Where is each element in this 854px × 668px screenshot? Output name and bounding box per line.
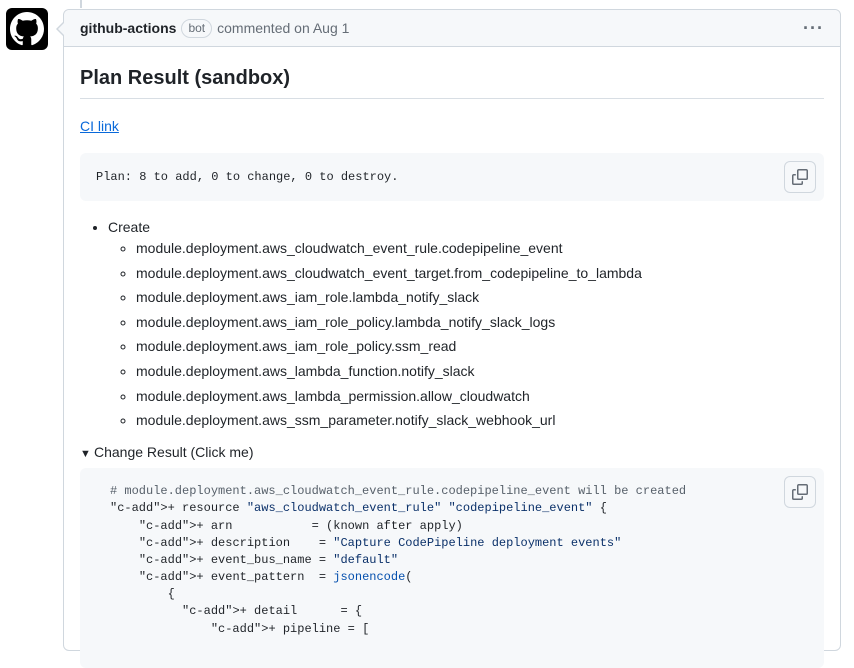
details-toggle[interactable]: ▼ Change Result (Click me) <box>80 444 824 461</box>
list-item: module.deployment.aws_iam_role.lambda_no… <box>136 287 824 307</box>
comment-body: Plan Result (sandbox) CI link Plan: 8 to… <box>64 47 840 668</box>
bot-badge: bot <box>181 18 213 38</box>
create-list: Create module.deployment.aws_cloudwatch_… <box>80 219 824 430</box>
avatar[interactable] <box>6 8 48 50</box>
comment-header: github-actions bot commented on Aug 1 ··… <box>64 10 840 47</box>
plan-summary-text: Plan: 8 to add, 0 to change, 0 to destro… <box>96 170 399 184</box>
copy-button[interactable] <box>784 161 816 193</box>
comment-box: github-actions bot commented on Aug 1 ··… <box>56 9 841 668</box>
list-item: module.deployment.aws_iam_role_policy.la… <box>136 312 824 332</box>
change-result-code: # module.deployment.aws_cloudwatch_event… <box>80 468 824 668</box>
github-logo-icon <box>10 12 44 46</box>
timeline-line <box>80 0 82 8</box>
copy-icon <box>792 169 808 185</box>
details-summary: Change Result (Click me) <box>94 444 254 461</box>
triangle-down-icon: ▼ <box>80 448 91 461</box>
comment-caret-fill <box>58 22 65 36</box>
list-item: module.deployment.aws_cloudwatch_event_r… <box>136 238 824 258</box>
list-item: module.deployment.aws_lambda_function.no… <box>136 361 824 381</box>
code-lines: # module.deployment.aws_cloudwatch_event… <box>110 483 808 638</box>
code-line: "c-add">+ detail = { <box>182 604 363 619</box>
create-item: Create module.deployment.aws_cloudwatch_… <box>108 219 824 430</box>
kebab-horizontal-icon[interactable]: ··· <box>803 18 824 39</box>
code-line: "c-add">+ description = "Capture CodePip… <box>138 535 622 550</box>
code-line: "c-add">+ arn = (known after apply) <box>138 518 463 533</box>
comment-title: Plan Result (sandbox) <box>80 47 824 99</box>
copy-button[interactable] <box>784 476 816 509</box>
code-line: "c-add">+ pipeline = [ <box>210 621 370 636</box>
author-link[interactable]: github-actions <box>80 20 176 36</box>
resource-list: module.deployment.aws_cloudwatch_event_r… <box>108 238 824 430</box>
create-label: Create <box>108 219 151 235</box>
copy-icon <box>792 484 808 501</box>
list-item: module.deployment.aws_cloudwatch_event_t… <box>136 263 824 283</box>
list-item: module.deployment.aws_lambda_permission.… <box>136 386 824 406</box>
code-line: "c-add">+ resource "aws_cloudwatch_event… <box>110 501 607 516</box>
code-line: "c-add">+ event_bus_name = "default" <box>138 552 399 567</box>
ci-link[interactable]: CI link <box>80 118 119 134</box>
code-line: "c-add">+ event_pattern = jsonencode( <box>138 570 413 585</box>
plan-summary-block: Plan: 8 to add, 0 to change, 0 to destro… <box>80 153 824 201</box>
comment-timestamp[interactable]: commented on Aug 1 <box>217 20 349 36</box>
code-line: # module.deployment.aws_cloudwatch_event… <box>110 484 687 499</box>
code-line: { <box>110 587 175 602</box>
list-item: module.deployment.aws_iam_role_policy.ss… <box>136 336 824 356</box>
list-item: module.deployment.aws_ssm_parameter.noti… <box>136 410 824 430</box>
